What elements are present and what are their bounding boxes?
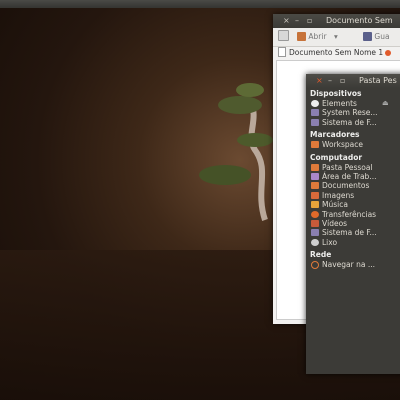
sidebar-item-label: System Rese... — [322, 108, 378, 118]
drive-icon — [311, 229, 319, 237]
sidebar-item-music[interactable]: Música — [308, 200, 400, 209]
network-icon — [311, 261, 319, 270]
sidebar-item-label: Elements — [322, 99, 357, 108]
sidebar-item-label: Workspace — [322, 140, 363, 150]
save-button[interactable]: Gua — [363, 28, 390, 46]
section-devices: Dispositivos — [310, 89, 362, 98]
sidebar-item-filesystem[interactable]: Sistema de F... — [308, 228, 400, 237]
trash-icon — [311, 238, 319, 246]
close-tab-icon[interactable] — [385, 50, 392, 56]
sidebar-item-label: Lixo — [322, 237, 338, 247]
save-label: Gua — [374, 32, 390, 41]
sidebar-item-filesystem-device[interactable]: Sistema de F... — [308, 118, 400, 127]
sidebar-item-label: Imagens — [322, 190, 355, 200]
drive-icon — [311, 100, 319, 107]
chevron-down-icon[interactable]: ▾ — [334, 32, 338, 41]
maximize-icon[interactable]: ▫ — [307, 14, 312, 28]
sidebar-item-elements[interactable]: Elements ⏏ — [308, 99, 400, 108]
folder-open-icon — [297, 32, 306, 41]
sidebar-item-trash[interactable]: Lixo — [308, 238, 400, 247]
editor-toolbar: Abrir ▾ Gua — [273, 28, 400, 47]
sidebar-item-desktop[interactable]: Área de Trab... — [308, 172, 400, 181]
sidebar-item-label: Sistema de F... — [322, 117, 377, 127]
minimize-icon[interactable]: – — [295, 14, 299, 28]
editor-title: Documento Sem — [326, 16, 393, 25]
sidebar-item-documents[interactable]: Documentos — [308, 181, 400, 190]
sidebar-item-browse-network[interactable]: Navegar na ... — [308, 260, 400, 270]
sidebar-item-downloads[interactable]: Transferências — [308, 210, 400, 219]
section-bookmarks: Marcadores — [310, 130, 360, 140]
open-label: Abrir — [308, 32, 327, 41]
sidebar-item-system-reserved[interactable]: System Rese... — [308, 108, 400, 117]
sidebar-item-pictures[interactable]: Imagens — [308, 191, 400, 200]
videos-folder-icon — [311, 219, 319, 227]
filemanager-title: Pasta Pes — [359, 76, 397, 85]
sidebar-item-label: Documentos — [322, 181, 370, 191]
sidebar-item-workspace[interactable]: Workspace — [308, 140, 400, 149]
bonsai-wallpaper-image — [199, 83, 273, 221]
sidebar-item-label: Música — [322, 200, 348, 210]
sidebar-item-home[interactable]: Pasta Pessoal — [308, 163, 400, 172]
filemanager-titlebar[interactable]: × – ▫ Pasta Pes — [306, 74, 400, 88]
documents-folder-icon — [311, 182, 319, 190]
sidebar-item-label: Sistema de F... — [322, 228, 377, 238]
sidebar-item-label: Área de Trab... — [322, 171, 377, 181]
section-network: Rede — [310, 250, 332, 260]
minimize-icon[interactable]: – — [328, 74, 332, 88]
editor-titlebar[interactable]: × – ▫ Documento Sem — [273, 14, 400, 28]
maximize-icon[interactable]: ▫ — [340, 74, 345, 88]
pictures-folder-icon — [311, 191, 319, 199]
section-computer: Computador — [310, 152, 363, 162]
file-manager-window[interactable]: × – ▫ Pasta Pes Dispositivos Elements ⏏ … — [306, 74, 400, 374]
sidebar-item-label: Vídeos — [322, 218, 348, 228]
sidebar-item-label: Navegar na ... — [322, 260, 375, 270]
new-document-button[interactable] — [278, 28, 289, 46]
open-button[interactable]: Abrir ▾ — [297, 28, 338, 46]
sidebar: Dispositivos Elements ⏏ System Rese... S… — [308, 88, 400, 374]
top-panel — [0, 0, 400, 8]
desktop-folder-icon — [311, 172, 319, 180]
sidebar-item-label: Transferências — [322, 209, 377, 219]
document-icon — [278, 47, 286, 57]
drive-icon — [311, 118, 319, 126]
close-icon[interactable]: × — [283, 14, 290, 28]
sidebar-item-videos[interactable]: Vídeos — [308, 219, 400, 228]
folder-icon — [311, 141, 319, 149]
home-folder-icon — [311, 163, 319, 171]
tab-document[interactable]: Documento Sem Nome 1 — [273, 47, 400, 59]
new-document-icon — [278, 30, 289, 41]
save-icon — [363, 32, 372, 41]
close-icon[interactable]: × — [316, 74, 323, 88]
eject-icon[interactable]: ⏏ — [382, 99, 389, 108]
music-folder-icon — [311, 201, 319, 209]
sidebar-item-label: Pasta Pessoal — [322, 162, 373, 172]
drive-icon — [311, 109, 319, 117]
tab-label: Documento Sem Nome 1 — [289, 48, 384, 57]
downloads-folder-icon — [311, 210, 319, 218]
